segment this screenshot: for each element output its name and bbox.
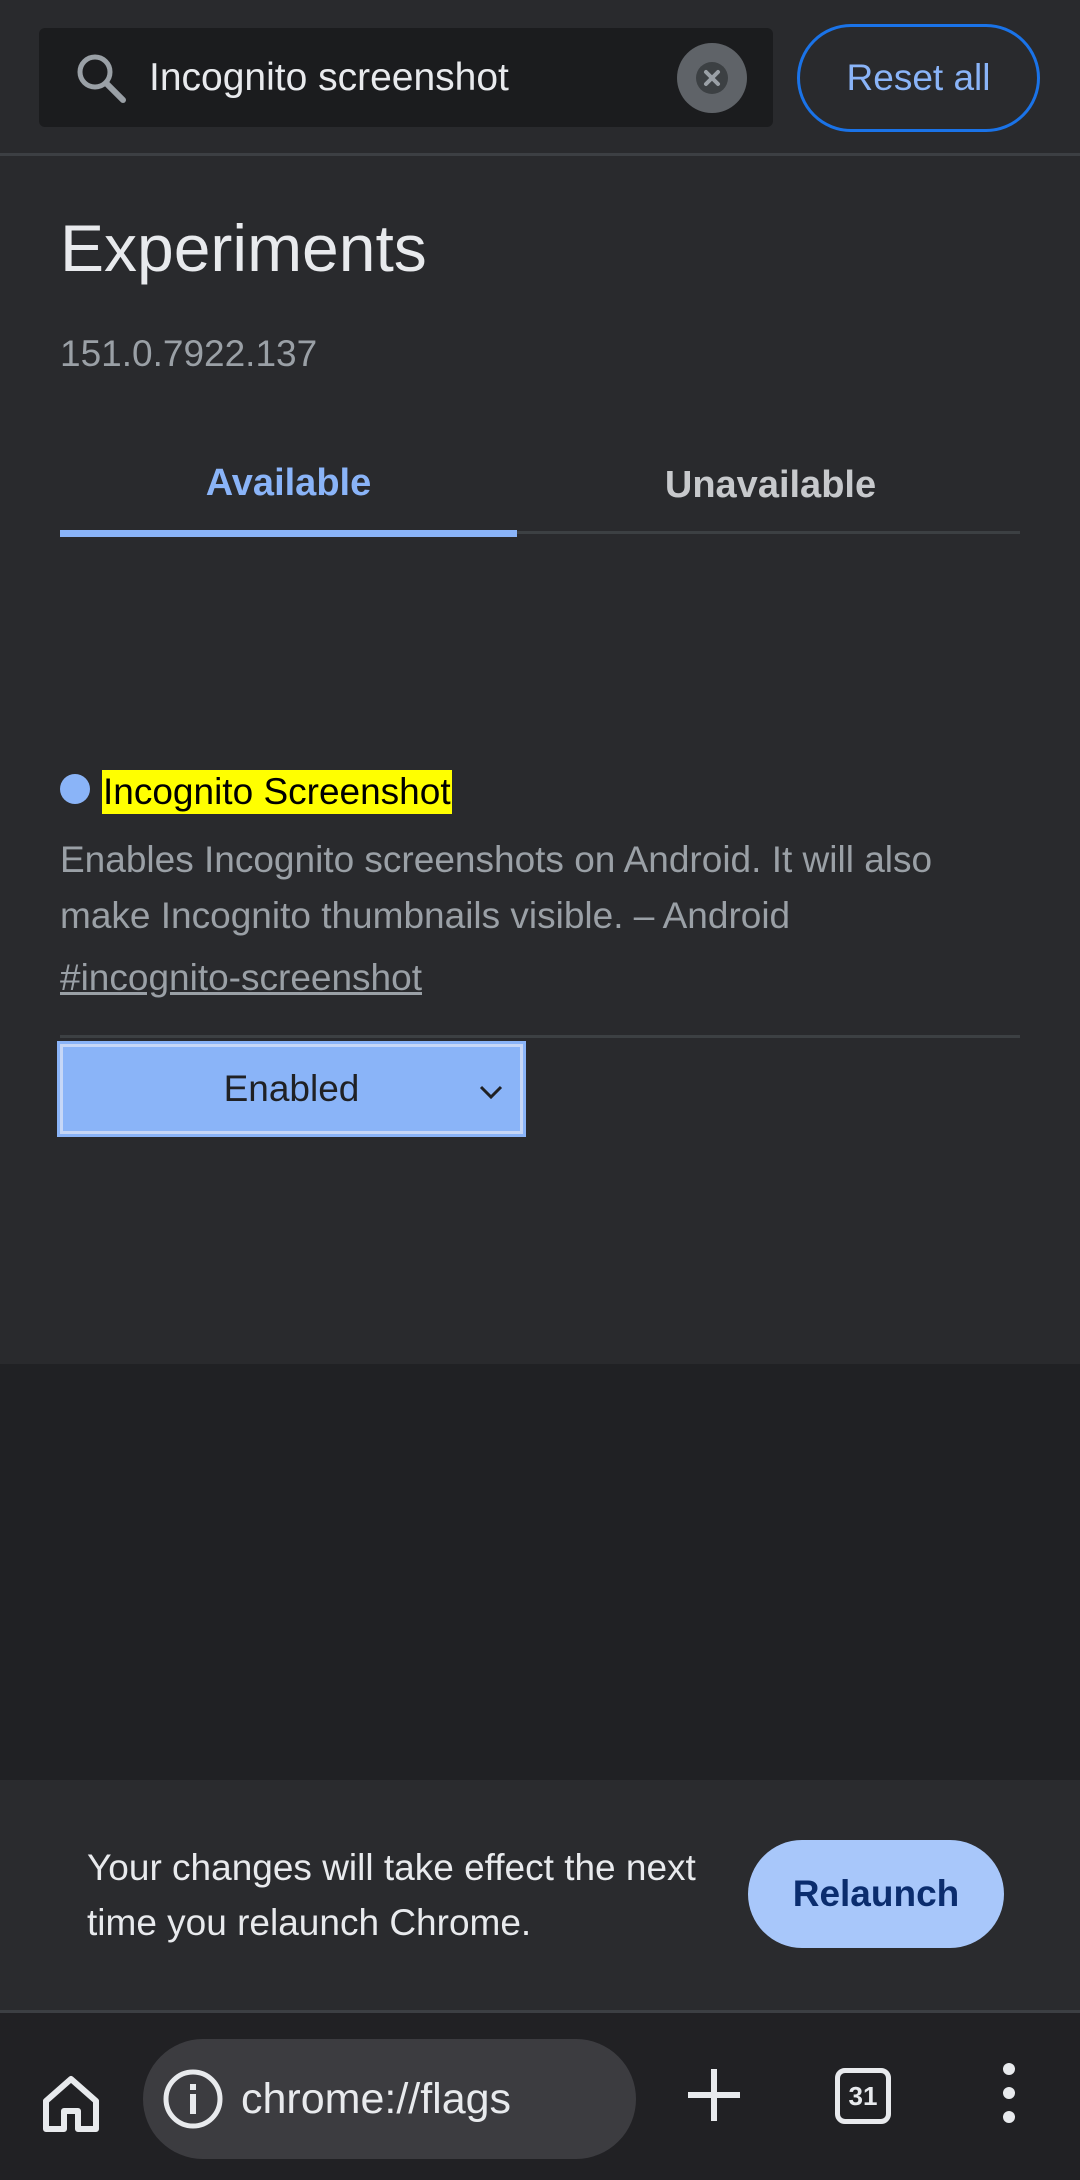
info-icon[interactable] bbox=[161, 2067, 225, 2131]
omnibox-url: chrome://flags bbox=[241, 2075, 512, 2123]
more-vert-icon[interactable] bbox=[992, 2061, 1026, 2125]
relaunch-button[interactable]: Relaunch bbox=[748, 1840, 1004, 1948]
chevron-down-icon bbox=[479, 1085, 503, 1100]
relaunch-snackbar: Your changes will take effect the next t… bbox=[0, 1780, 1080, 2010]
experiment-description: Enables Incognito screenshots on Android… bbox=[60, 839, 933, 936]
search-icon bbox=[77, 54, 126, 103]
tab-bar: Available Unavailable bbox=[60, 436, 1020, 537]
experiment-state-select[interactable]: Enabled bbox=[57, 1041, 526, 1137]
experiment-state-value: Enabled bbox=[223, 1068, 360, 1109]
reset-all-button[interactable]: Reset all bbox=[797, 24, 1040, 132]
flags-page: Reset all Experiments 151.0.7922.137 Ava… bbox=[0, 0, 1080, 2180]
tab-count: 31 bbox=[848, 2080, 878, 2111]
search-box[interactable] bbox=[39, 28, 773, 127]
status-dot-icon bbox=[60, 774, 90, 804]
tab-switcher-icon[interactable]: 31 bbox=[835, 2068, 891, 2124]
plus-icon[interactable] bbox=[684, 2065, 744, 2125]
experiment-title: Incognito Screenshot bbox=[102, 770, 452, 814]
experiments-panel: Experiments 151.0.7922.137 Available Una… bbox=[0, 156, 1080, 1364]
tab-available[interactable]: Available bbox=[60, 436, 517, 537]
tab-unavailable[interactable]: Unavailable bbox=[542, 436, 999, 534]
version-text: 151.0.7922.137 bbox=[60, 333, 318, 374]
omnibox[interactable]: chrome://flags bbox=[143, 2039, 636, 2159]
experiment-permalink[interactable]: #incognito-screenshot bbox=[60, 956, 422, 1000]
relaunch-message: Your changes will take effect the next t… bbox=[87, 1847, 696, 1943]
browser-toolbar: chrome://flags 31 bbox=[0, 2010, 1080, 2180]
clear-search-button[interactable] bbox=[677, 43, 747, 113]
page-title: Experiments bbox=[60, 211, 427, 285]
home-icon[interactable] bbox=[36, 2067, 106, 2137]
search-input[interactable] bbox=[149, 52, 699, 104]
search-header: Reset all bbox=[0, 0, 1080, 156]
experiment-item: Incognito Screenshot Enables Incognito s… bbox=[57, 614, 1020, 1137]
clear-icon bbox=[696, 62, 728, 94]
